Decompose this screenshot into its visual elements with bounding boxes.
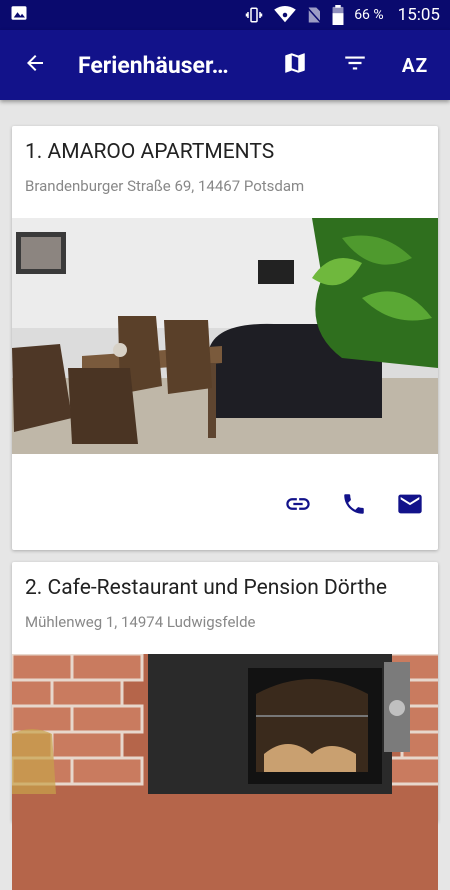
sort-button[interactable]: AZ (392, 42, 438, 88)
app-toolbar: Ferienhäuser… AZ (0, 30, 450, 100)
listing-address: Mühlenweg 1, 14974 Ludwigsfelde (25, 613, 256, 631)
listing-card[interactable]: 2. Cafe-Restaurant und Pension Dörthe Mü… (12, 562, 438, 890)
listing-address: Brandenburger Straße 69, 14467 Potsdam (25, 177, 305, 195)
map-icon (282, 50, 308, 80)
listing-photo (12, 654, 438, 890)
listing-actions (270, 478, 438, 534)
filter-button[interactable] (332, 42, 378, 88)
email-icon (396, 490, 424, 522)
clock: 15:05 (397, 5, 440, 25)
filter-icon (342, 50, 368, 80)
battery-icon (332, 5, 344, 25)
email-button[interactable] (382, 478, 438, 534)
listing-card[interactable]: 1. AMAROO APARTMENTS Brandenburger Straß… (12, 126, 438, 550)
phone-icon (341, 491, 367, 521)
listing-title: 2. Cafe-Restaurant und Pension Dörthe (25, 576, 387, 600)
vibrate-icon (244, 6, 264, 24)
back-arrow-icon (23, 51, 47, 79)
map-button[interactable] (272, 42, 318, 88)
page-title: Ferienhäuser… (78, 51, 229, 79)
website-link-button[interactable] (270, 478, 326, 534)
image-icon (10, 4, 28, 26)
listing-photo (12, 218, 438, 454)
toolbar-actions: AZ (272, 42, 438, 88)
link-icon (284, 490, 312, 522)
status-left (10, 4, 28, 26)
back-button[interactable] (12, 42, 58, 88)
no-sim-icon (306, 6, 322, 24)
listing-title: 1. AMAROO APARTMENTS (25, 140, 275, 164)
sort-az-icon: AZ (401, 53, 429, 77)
wifi-icon (274, 6, 296, 24)
status-bar: 66 % 15:05 (0, 0, 450, 30)
battery-percent: 66 % (354, 7, 384, 23)
call-button[interactable] (326, 478, 382, 534)
status-right: 66 % 15:05 (244, 5, 440, 25)
